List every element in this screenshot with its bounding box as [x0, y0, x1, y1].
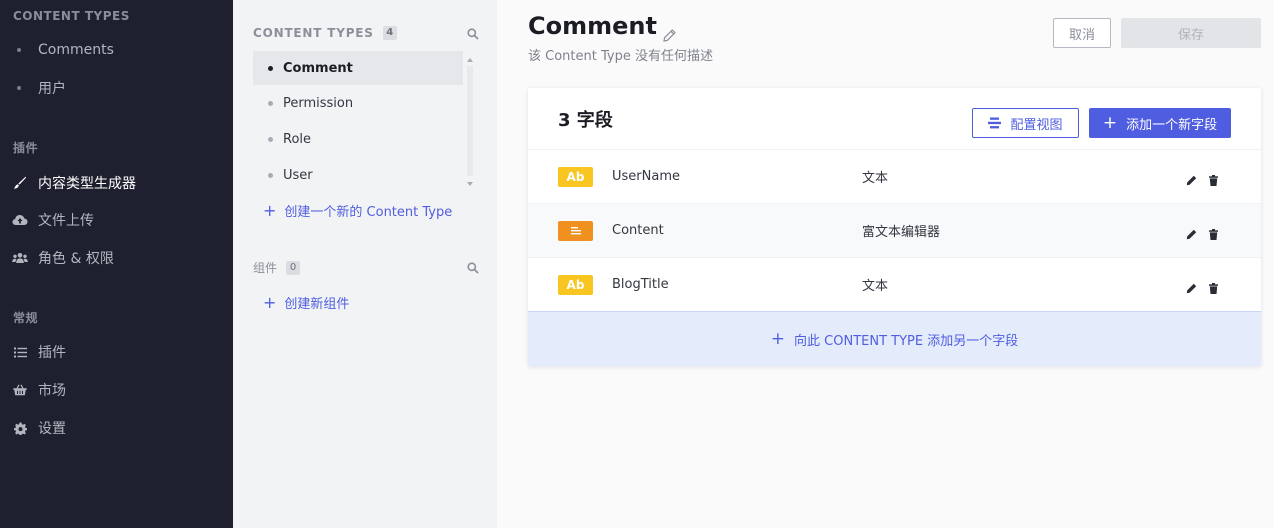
create-content-type-link[interactable]: + 创建一个新的 Content Type	[263, 201, 452, 220]
edit-pencil-icon[interactable]	[1186, 279, 1197, 294]
nav-item-label: 角色 & 权限	[38, 251, 114, 267]
create-component-label: 创建新组件	[284, 297, 350, 312]
nav-section-general: 常规	[13, 311, 39, 325]
configure-view-label: 配置视图	[1010, 117, 1063, 133]
content-type-item-user[interactable]: User	[253, 158, 463, 192]
pencil-icon[interactable]	[663, 20, 676, 42]
configure-view-button[interactable]: 配置视图	[972, 108, 1079, 138]
nav-item-label: 插件	[38, 345, 66, 361]
text-type-icon: Ab	[558, 166, 593, 187]
text-type-icon: Ab	[558, 274, 593, 295]
field-name: UserName	[612, 169, 680, 184]
trash-icon[interactable]	[1208, 225, 1219, 240]
search-icon[interactable]	[467, 25, 479, 40]
nav-item-roles-permissions[interactable]: 角色 & 权限	[12, 246, 114, 270]
trash-icon[interactable]	[1208, 279, 1219, 294]
components-count-badge: 0	[286, 260, 301, 275]
add-new-field-button[interactable]: + 添加一个新字段	[1089, 108, 1231, 138]
content-type-label: User	[283, 167, 313, 183]
field-row[interactable]: Ab UserName 文本	[528, 149, 1261, 203]
gear-icon	[12, 420, 28, 436]
bullet-icon	[268, 100, 273, 106]
layout-icon	[988, 117, 1002, 129]
content-types-count-badge: 4	[382, 26, 397, 40]
components-heading-label: 组件	[253, 261, 278, 275]
field-type: 文本	[862, 171, 889, 186]
list-scrollbar[interactable]	[465, 52, 475, 192]
cancel-button[interactable]: 取消	[1053, 18, 1111, 48]
plus-icon: +	[263, 200, 277, 220]
page-title-text: Comment	[528, 12, 657, 40]
search-icon[interactable]	[467, 259, 479, 274]
nav-item-label: Comments	[38, 42, 114, 58]
nav-item-comments[interactable]: Comments	[12, 38, 114, 62]
fields-count-title: 3 字段	[558, 110, 613, 131]
add-another-field-label: 向此 CONTENT TYPE 添加另一个字段	[794, 333, 1019, 349]
plus-icon: +	[770, 328, 786, 349]
richtext-type-icon	[558, 220, 593, 241]
field-name: BlogTitle	[612, 277, 669, 292]
content-types-panel: CONTENT TYPES 4 Comment Permission Role …	[233, 0, 497, 528]
nav-item-settings[interactable]: 设置	[12, 416, 66, 440]
bullet-icon	[268, 65, 273, 71]
add-new-field-label: 添加一个新字段	[1126, 117, 1218, 133]
content-type-description: 该 Content Type 没有任何描述	[528, 49, 713, 64]
list-icon	[12, 344, 28, 360]
nav-item-content-type-builder[interactable]: 内容类型生成器	[12, 171, 136, 195]
content-type-label: Permission	[283, 95, 354, 111]
nav-item-label: 文件上传	[38, 213, 94, 229]
nav-section-plugins: 插件	[13, 141, 39, 155]
left-navigation: CONTENT TYPES Comments 用户 插件 内容类型生成器 文件上…	[0, 0, 233, 528]
field-type: 富文本编辑器	[862, 225, 941, 240]
content-types-heading: CONTENT TYPES 4	[253, 26, 397, 40]
create-component-link[interactable]: + 创建新组件	[263, 293, 349, 312]
save-button[interactable]: 保存	[1121, 18, 1261, 48]
create-content-type-label: 创建一个新的 Content Type	[284, 205, 453, 220]
bullet-icon	[268, 172, 273, 178]
bullet-icon	[17, 86, 21, 90]
content-type-item-role[interactable]: Role	[253, 122, 463, 156]
nav-section-content-types: CONTENT TYPES	[13, 9, 130, 23]
nav-item-file-upload[interactable]: 文件上传	[12, 208, 94, 232]
edit-pencil-icon[interactable]	[1186, 171, 1197, 186]
nav-item-label: 内容类型生成器	[38, 176, 136, 192]
page-title: Comment	[528, 12, 676, 42]
content-type-item-comment[interactable]: Comment	[253, 51, 463, 85]
content-type-label: Role	[283, 131, 312, 147]
cloud-upload-icon	[12, 212, 28, 228]
trash-icon[interactable]	[1208, 171, 1219, 186]
content-type-label: Comment	[283, 60, 353, 76]
bullet-icon	[17, 48, 21, 52]
plus-icon: +	[1102, 112, 1118, 133]
content-type-item-permission[interactable]: Permission	[253, 86, 463, 120]
field-name: Content	[612, 223, 664, 238]
bullet-icon	[268, 136, 273, 142]
plus-icon: +	[263, 292, 277, 312]
users-icon	[12, 250, 28, 266]
fields-card: 3 字段 配置视图 + 添加一个新字段 Ab UserName 文本 Conte…	[528, 88, 1261, 366]
brush-icon	[12, 175, 28, 191]
nav-item-label: 设置	[38, 421, 66, 437]
add-another-field-button[interactable]: + 向此 CONTENT TYPE 添加另一个字段	[528, 311, 1261, 366]
edit-pencil-icon[interactable]	[1186, 225, 1197, 240]
field-row[interactable]: Content 富文本编辑器	[528, 203, 1261, 257]
nav-item-marketplace[interactable]: 市场	[12, 378, 66, 402]
field-type: 文本	[862, 279, 889, 294]
nav-item-plugins[interactable]: 插件	[12, 340, 66, 364]
nav-item-users[interactable]: 用户	[12, 76, 66, 100]
field-row[interactable]: Ab BlogTitle 文本	[528, 257, 1261, 311]
content-types-heading-label: CONTENT TYPES	[253, 26, 374, 40]
nav-item-label: 用户	[38, 81, 66, 97]
nav-item-label: 市场	[38, 383, 66, 399]
components-heading: 组件 0	[253, 259, 301, 276]
basket-icon	[12, 382, 28, 398]
